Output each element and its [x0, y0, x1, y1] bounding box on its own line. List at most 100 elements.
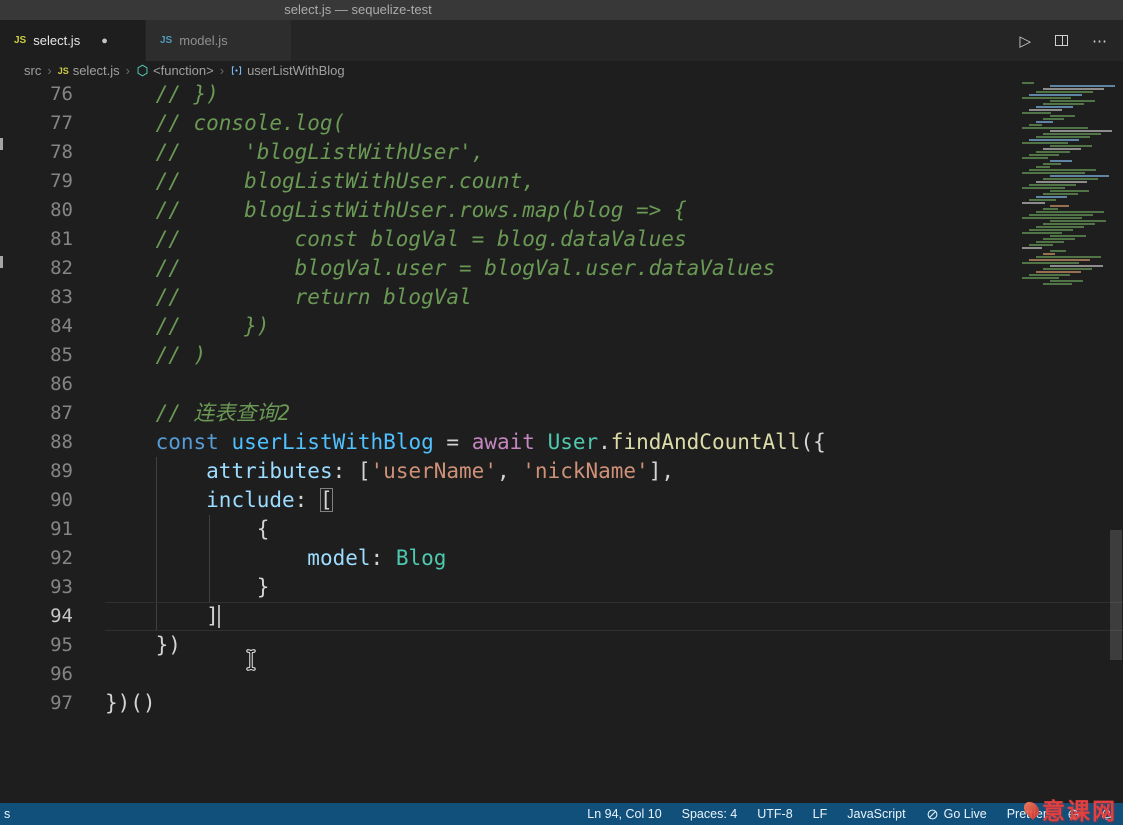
status-items: Ln 94, Col 10 Spaces: 4 UTF-8 LF JavaScript	[587, 807, 905, 821]
status-bar: s Ln 94, Col 10 Spaces: 4 UTF-8 LF JavaScrip…	[0, 803, 1123, 825]
minimap-line	[1029, 274, 1070, 276]
tab-select.js[interactable]: JS select.js ●	[0, 20, 146, 61]
code-row-96[interactable]: 96	[0, 660, 1123, 689]
line-number: 95	[50, 634, 73, 656]
code-row-90[interactable]: 90 include: [	[0, 486, 1123, 515]
status-left-text[interactable]: s	[4, 807, 10, 821]
minimap-line	[1036, 136, 1090, 138]
code-row-94[interactable]: 94 ]	[0, 602, 1123, 631]
breadcrumb-item-function[interactable]: <function>	[136, 63, 214, 78]
js-icon: JS	[14, 35, 27, 46]
code-row-79[interactable]: 79 // blogListWithUser.count,	[0, 167, 1123, 196]
scrollbar[interactable]	[1109, 80, 1123, 803]
code-row-91[interactable]: 91 {	[0, 515, 1123, 544]
minimap[interactable]	[1019, 82, 1115, 722]
split-editor-button[interactable]	[1055, 35, 1068, 46]
code-row-92[interactable]: 92 model: Blog	[0, 544, 1123, 573]
editor-actions: ▷ ⋯	[1019, 20, 1123, 61]
code-row-86[interactable]: 86	[0, 370, 1123, 399]
line-number: 89	[50, 460, 73, 482]
status-go-live[interactable]: Go Live	[926, 807, 987, 821]
minimap-line	[1043, 268, 1092, 270]
minimap-line	[1036, 91, 1093, 93]
code-row-93[interactable]: 93 }	[0, 573, 1123, 602]
code-row-83[interactable]: 83 // return blogVal	[0, 283, 1123, 312]
status-item-javascript[interactable]: JavaScript	[847, 807, 905, 821]
code-line: // blogVal.user = blogVal.user.dataValue…	[105, 256, 776, 280]
code-row-89[interactable]: 89 attributes: ['userName', 'nickName'],	[0, 457, 1123, 486]
minimap-line	[1029, 109, 1062, 111]
minimap-line	[1043, 223, 1095, 225]
minimap-line	[1029, 154, 1059, 156]
line-number: 81	[50, 228, 73, 250]
minimap-line	[1050, 145, 1092, 147]
code-row-84[interactable]: 84 // })	[0, 312, 1123, 341]
minimap-line	[1050, 160, 1072, 162]
breadcrumb-item-selectjs[interactable]: JS select.js	[58, 63, 120, 78]
code-row-82[interactable]: 82 // blogVal.user = blogVal.user.dataVa…	[0, 254, 1123, 283]
minimap-line	[1022, 112, 1051, 114]
code-row-80[interactable]: 80 // blogListWithUser.rows.map(blog => …	[0, 196, 1123, 225]
line-number: 83	[50, 286, 73, 308]
minimap-line	[1036, 121, 1053, 123]
code-row-85[interactable]: 85 // )	[0, 341, 1123, 370]
code-row-76[interactable]: 76 // })	[0, 80, 1123, 109]
minimap-line	[1036, 106, 1073, 108]
code-line: // })	[105, 82, 219, 106]
line-number: 85	[50, 344, 73, 366]
modified-dot[interactable]: ●	[101, 35, 108, 47]
code-line: // blogListWithUser.count,	[105, 169, 535, 193]
minimap-line	[1043, 163, 1061, 165]
status-item-ln[interactable]: Ln 94, Col 10	[587, 807, 661, 821]
breadcrumb-item-userListWithBlog[interactable]: userListWithBlog	[230, 63, 345, 78]
code-row-77[interactable]: 77 // console.log(	[0, 109, 1123, 138]
minimap-line	[1036, 211, 1104, 213]
code-line: // return blogVal	[105, 285, 472, 309]
code-row-78[interactable]: 78 // 'blogListWithUser',	[0, 138, 1123, 167]
code-line: // console.log(	[105, 111, 346, 135]
code-line: // 'blogListWithUser',	[105, 140, 485, 164]
minimap-line	[1022, 217, 1082, 219]
line-number: 90	[50, 489, 73, 511]
line-number: 78	[50, 141, 73, 163]
line-number: 86	[50, 373, 73, 395]
status-item-utf-8[interactable]: UTF-8	[757, 807, 792, 821]
tab-list: JS select.js ● JS model.js	[0, 20, 292, 61]
code-row-97[interactable]: 97})()	[0, 689, 1123, 718]
line-number: 97	[50, 692, 73, 714]
breadcrumb-separator: ›	[125, 63, 131, 78]
code-row-88[interactable]: 88 const userListWithBlog = await User.f…	[0, 428, 1123, 457]
line-number: 94	[50, 605, 73, 627]
minimap-line	[1050, 175, 1109, 177]
run-button[interactable]: ▷	[1019, 32, 1031, 50]
code-row-95[interactable]: 95 })	[0, 631, 1123, 660]
breadcrumb-item-src[interactable]: src	[24, 63, 41, 78]
minimap-line	[1036, 256, 1101, 258]
minimap-line	[1036, 241, 1064, 243]
minimap-line	[1022, 82, 1034, 84]
line-number: 79	[50, 170, 73, 192]
minimap-line	[1036, 226, 1084, 228]
minimap-line	[1029, 139, 1079, 141]
line-number: 92	[50, 547, 73, 569]
status-item-lf[interactable]: LF	[813, 807, 828, 821]
editor[interactable]: 76 // }) 77 // console.log(78 // 'blogLis…	[0, 80, 1123, 803]
code-line: const userListWithBlog = await User.find…	[155, 430, 826, 454]
tab-model.js[interactable]: JS model.js	[146, 20, 292, 61]
more-actions-button[interactable]: ⋯	[1092, 32, 1107, 50]
minimap-line	[1050, 280, 1083, 282]
flame-icon	[1020, 798, 1043, 820]
minimap-line	[1029, 199, 1056, 201]
scrollbar-handle[interactable]	[1110, 530, 1122, 660]
code-line: {	[105, 517, 270, 541]
minimap-line	[1029, 124, 1042, 126]
code-row-81[interactable]: 81 // const blogVal = blog.dataValues	[0, 225, 1123, 254]
line-number: 82	[50, 257, 73, 279]
code-row-87[interactable]: 87 // 连表查询2	[0, 399, 1123, 428]
breadcrumb-label: select.js	[72, 63, 120, 78]
minimap-line	[1050, 100, 1095, 102]
minimap-line	[1029, 214, 1093, 216]
code-area[interactable]: 76 // }) 77 // console.log(78 // 'blogLis…	[0, 80, 1123, 718]
minimap-line	[1022, 232, 1062, 234]
status-item-spaces[interactable]: Spaces: 4	[682, 807, 738, 821]
